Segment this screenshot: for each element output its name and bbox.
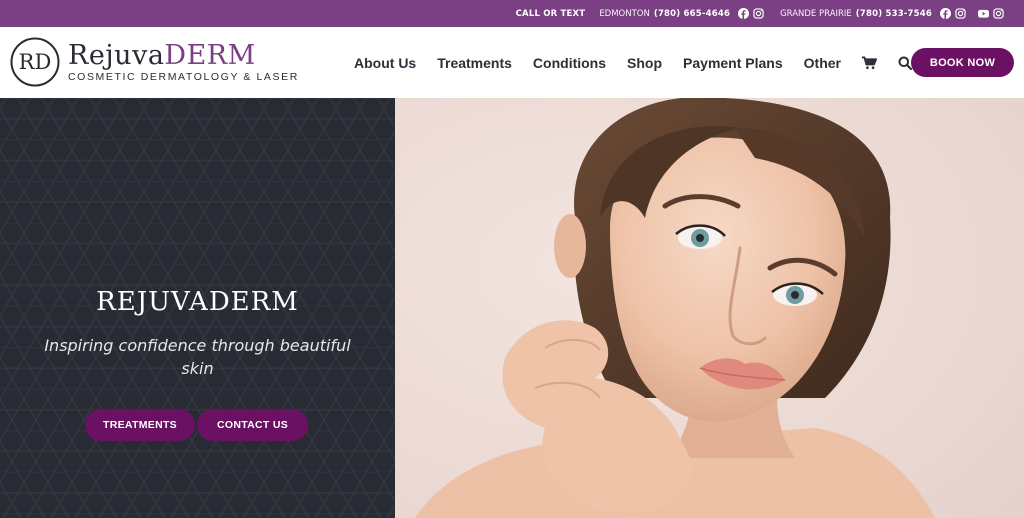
hero-title: REJUVADERM xyxy=(96,287,299,317)
instagram-icon[interactable] xyxy=(993,8,1004,19)
phone-edmonton[interactable]: (780) 665-4646 xyxy=(654,9,730,19)
main-nav: About Us Treatments Conditions Shop Paym… xyxy=(354,27,932,98)
treatments-button[interactable]: TREATMENTS xyxy=(85,409,195,441)
svg-text:RD: RD xyxy=(19,50,52,74)
hero-portrait-image xyxy=(395,98,1024,518)
instagram-icon[interactable] xyxy=(955,8,966,19)
monogram-logo-icon: RD xyxy=(10,37,60,87)
nav-item-treatments[interactable]: Treatments xyxy=(437,55,512,71)
nav-item-about-us[interactable]: About Us xyxy=(354,55,416,71)
brand-logo[interactable]: RD RejuvaDERM COSMETIC DERMATOLOGY & LAS… xyxy=(10,37,299,87)
nav-item-shop[interactable]: Shop xyxy=(627,55,662,71)
hero-subtitle: Inspiring confidence through beautiful s… xyxy=(44,336,351,378)
cart-icon[interactable] xyxy=(862,55,878,71)
youtube-icon[interactable] xyxy=(978,8,989,19)
book-now-button[interactable]: BOOK NOW xyxy=(911,48,1014,77)
brand-name: RejuvaDERM xyxy=(68,39,256,71)
hero-text-panel: REJUVADERM Inspiring confidence through … xyxy=(0,98,395,518)
site-header: RD RejuvaDERM COSMETIC DERMATOLOGY & LAS… xyxy=(0,27,1024,98)
location-grande-prairie: GRANDE PRAIRIE xyxy=(780,8,852,19)
contact-us-button[interactable]: CONTACT US xyxy=(197,409,308,441)
instagram-icon[interactable] xyxy=(753,8,764,19)
location-edmonton: EDMONTON xyxy=(599,8,650,19)
nav-item-conditions[interactable]: Conditions xyxy=(533,55,606,71)
facebook-icon[interactable] xyxy=(940,8,951,19)
portrait-photo xyxy=(395,98,1024,518)
phone-grande-prairie[interactable]: (780) 533-7546 xyxy=(856,9,932,19)
top-contact-bar: CALL OR TEXT EDMONTON (780) 665-4646 GRA… xyxy=(0,0,1024,27)
nav-item-other[interactable]: Other xyxy=(804,55,841,71)
nav-item-payment-plans[interactable]: Payment Plans xyxy=(683,55,783,71)
facebook-icon[interactable] xyxy=(738,8,750,19)
brand-tagline: COSMETIC DERMATOLOGY & LASER xyxy=(68,70,299,83)
call-or-text-label: CALL OR TEXT xyxy=(515,8,586,19)
